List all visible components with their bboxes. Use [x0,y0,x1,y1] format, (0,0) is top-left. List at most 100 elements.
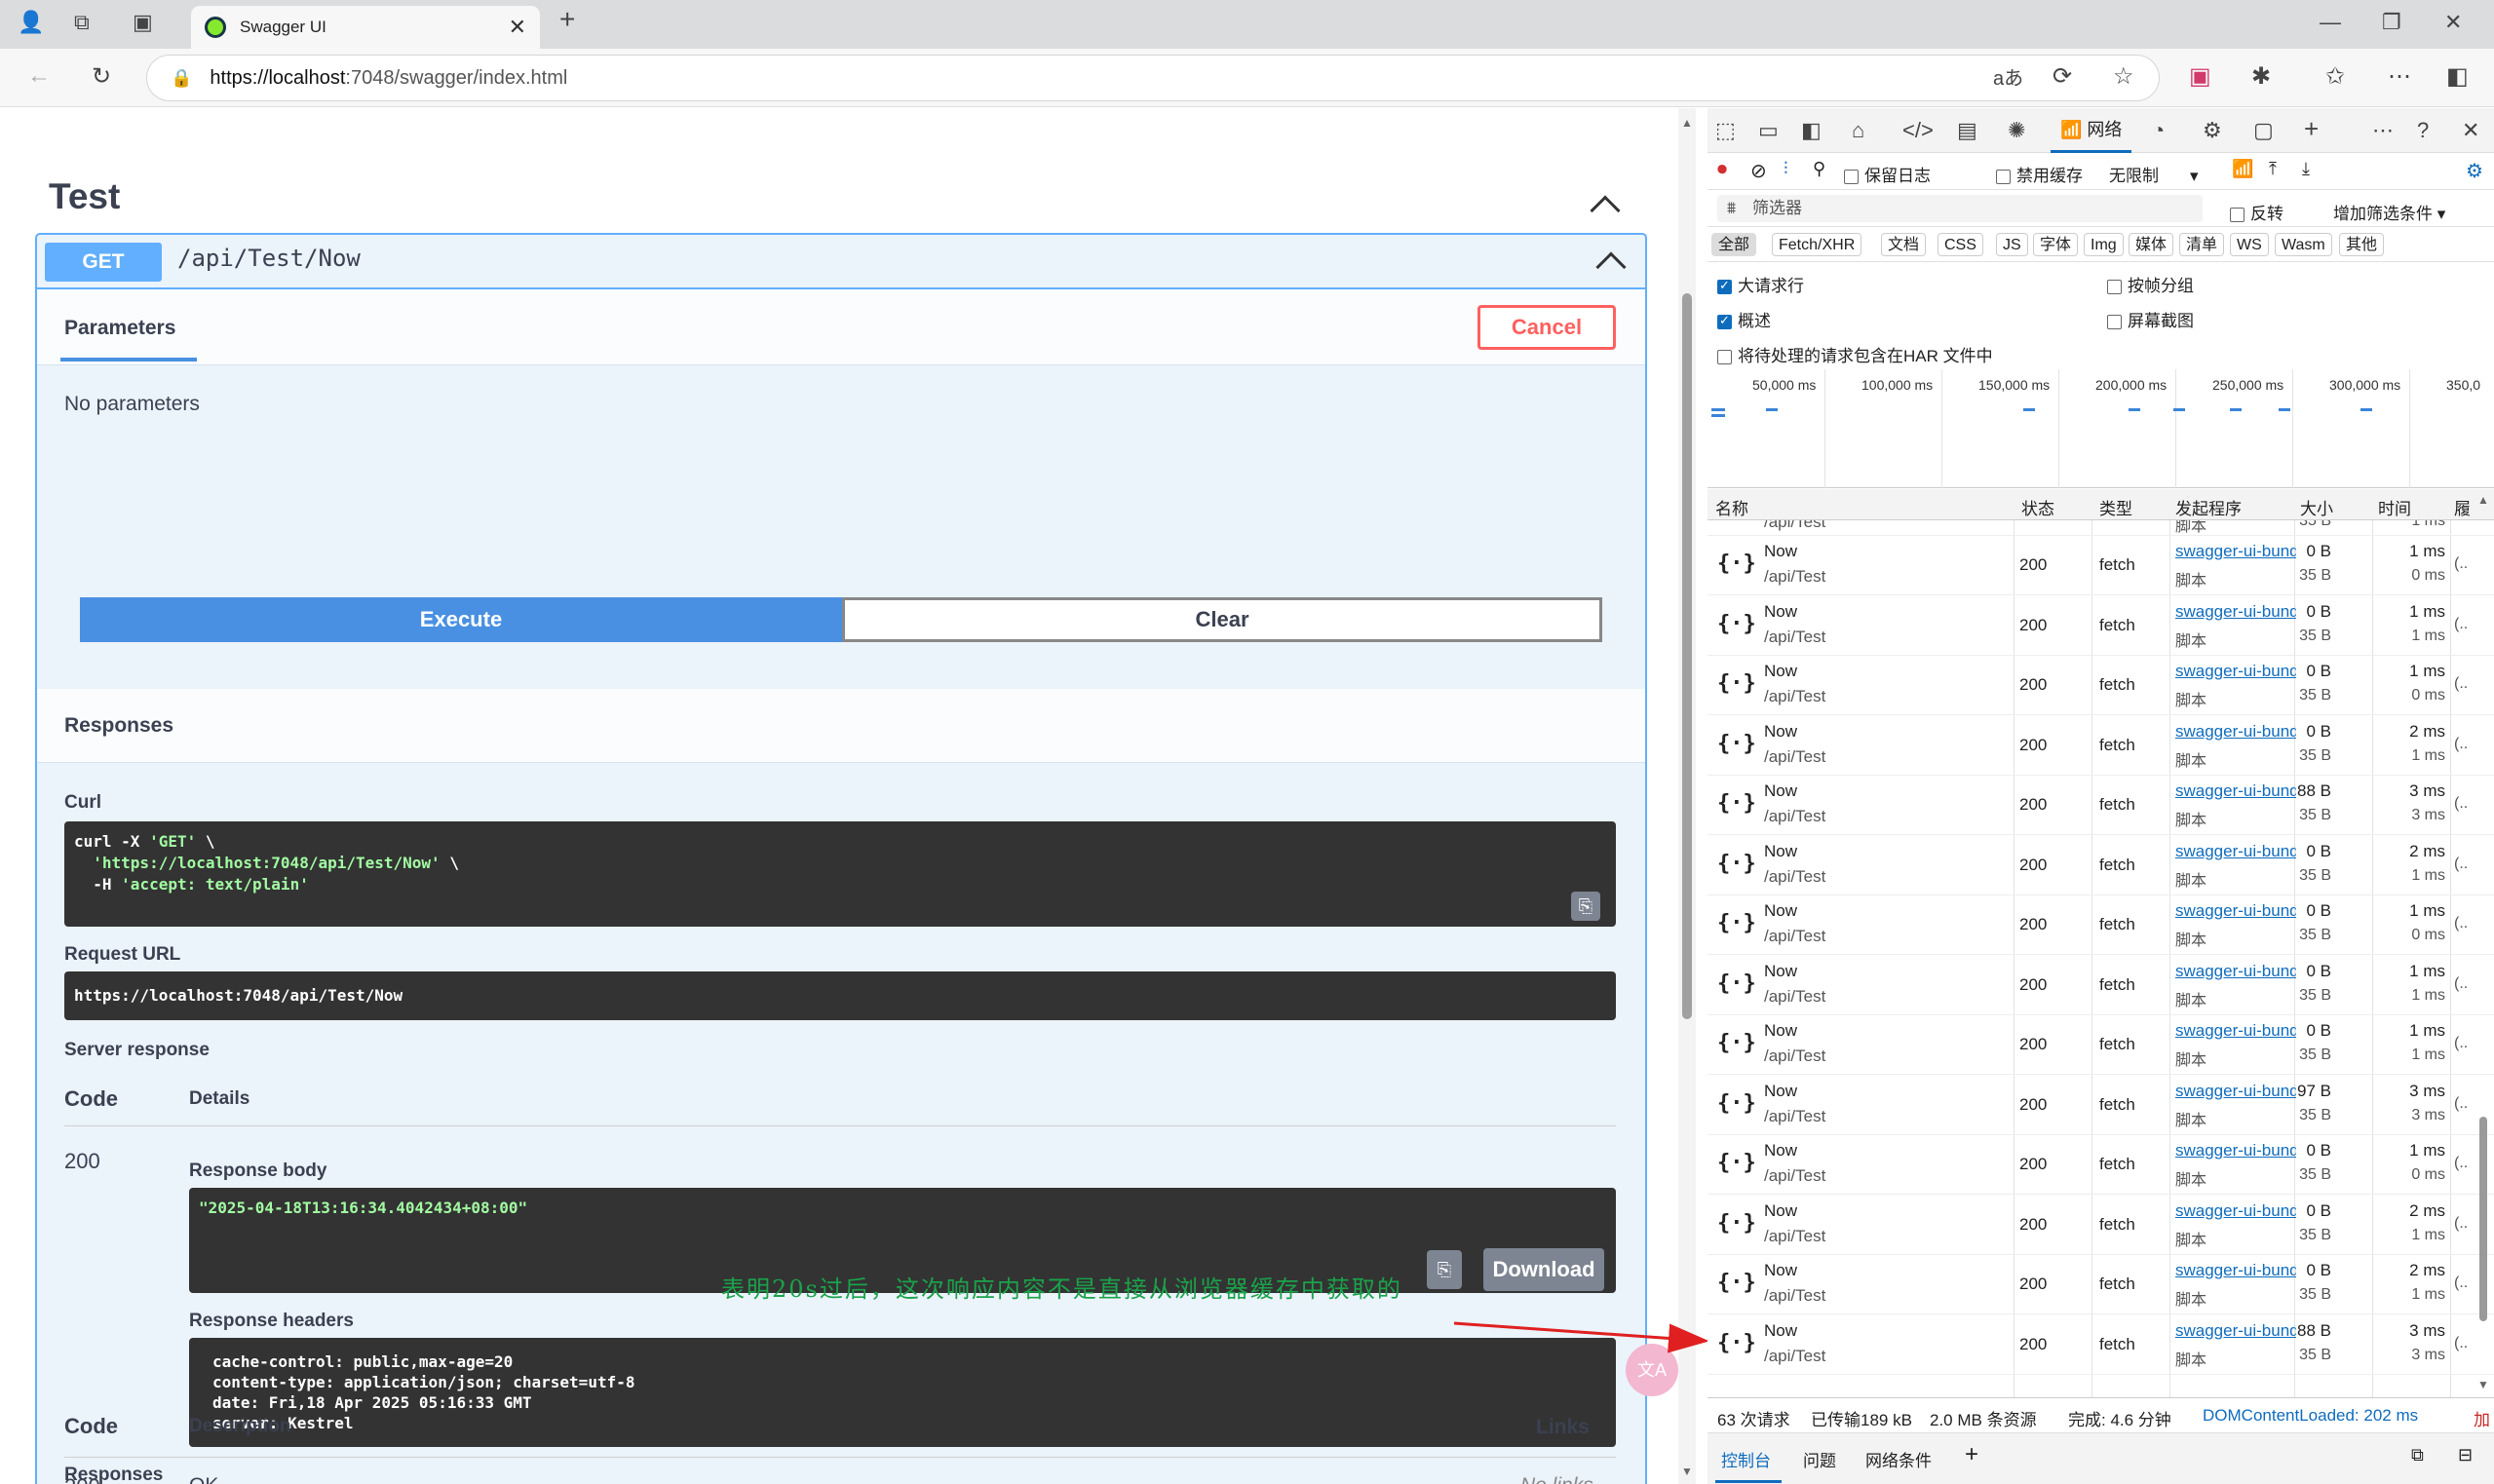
copy-curl-icon[interactable]: ⎘ [1571,892,1600,921]
console-icon[interactable]: ▤ [1957,118,1977,143]
chip-manifest[interactable]: 清单 [2179,233,2225,256]
add-drawer-tab-icon[interactable]: + [1965,1441,1978,1468]
screenshots-checkbox[interactable]: 屏幕截图 [2107,307,2194,331]
table-row[interactable]: {·} Now/api/Test 200 fetch swagger-ui-bundle… [1707,1196,2494,1255]
devtools-menu-icon[interactable]: ⋯ [2372,118,2394,143]
drawer-tab-console[interactable]: 控制台 [1721,1447,1771,1471]
chip-css[interactable]: CSS [1938,233,1983,256]
new-tab-icon[interactable]: + [559,4,575,35]
filter-input[interactable]: ⩩ 筛选器 [1717,195,2203,222]
row-initiator-link[interactable]: swagger-ui-bundle.js [2175,1021,2296,1041]
clear-button[interactable]: Clear [842,597,1602,642]
request-url-box[interactable]: https://localhost:7048/api/Test/Now [64,971,1616,1020]
row-initiator-link[interactable]: swagger-ui-bundle.js [2175,722,2296,742]
tab-network[interactable]: 📶 网络 [2051,108,2132,153]
collapse-operation-icon[interactable] [1595,251,1627,283]
column-header-name[interactable]: 名称 [1715,495,1748,519]
refresh-page-icon[interactable]: ⟳ [2053,62,2072,91]
operation-summary[interactable]: GET /api/Test/Now [37,235,1645,289]
favorite-star-icon[interactable]: ☆ [2113,62,2134,91]
close-tab-icon[interactable]: ✕ [509,15,526,40]
row-initiator-link[interactable]: swagger-ui-bundle.js [2175,962,2296,981]
chip-js[interactable]: JS [1996,233,2028,256]
table-row[interactable]: {·} Now/api/Test 200 fetch swagger-ui-bundle… [1707,1315,2494,1375]
translate-badge-icon[interactable]: 文A [1626,1344,1678,1396]
table-row[interactable]: {·} Now/api/Test 200 fetch swagger-ui-bundle… [1707,776,2494,835]
row-initiator-link[interactable]: swagger-ui-bundle.js [2175,1321,2296,1341]
column-header-waterfall[interactable]: 履 [2454,495,2471,519]
copy-body-icon[interactable]: ⎘ [1427,1250,1462,1289]
scroll-down-icon[interactable]: ▼ [1681,1465,1693,1478]
row-initiator-link[interactable]: swagger-ui-bundle.js [2175,1201,2296,1221]
curl-code-block[interactable]: curl -X 'GET' \ 'https://localhost:7048/… [64,821,1616,927]
invert-checkbox[interactable]: 反转 [2230,200,2283,224]
har-option-checkbox[interactable]: 将待处理的请求包含在HAR 文件中 [1717,342,1993,366]
close-window-icon[interactable]: ✕ [2444,10,2462,35]
chip-other[interactable]: 其他 [2339,233,2385,256]
response-headers-block[interactable]: cache-control: public,max-age=20 content… [189,1338,1616,1447]
row-initiator-link[interactable]: swagger-ui-bundle.js [2175,781,2296,801]
row-initiator-link[interactable]: swagger-ui-bundle.js [2175,542,2296,561]
table-row[interactable]: {·} Now/api/Test 200 fetch swagger-ui-bundle… [1707,596,2494,656]
overview-checkbox[interactable]: 概述 [1717,307,1771,331]
chip-media[interactable]: 媒体 [2129,233,2174,256]
read-aloud-icon[interactable]: aあ [1993,62,2023,91]
chip-doc[interactable]: 文档 [1881,233,1927,256]
inspect-element-icon[interactable]: ⬚ [1715,118,1736,143]
column-header-time[interactable]: 时间 [2378,495,2411,519]
sidebar-toggle-icon[interactable]: ◧ [2446,62,2469,91]
table-row[interactable]: {·} Now/api/Test 200 fetch swagger-ui-bundle… [1707,1255,2494,1314]
close-devtools-icon[interactable]: ✕ [2462,118,2479,143]
record-icon[interactable]: ⏺ [1717,159,1727,181]
export-har-icon[interactable]: ⤓ [2302,159,2310,179]
group-by-frame-checkbox[interactable]: 按帧分组 [2107,272,2194,296]
table-row[interactable]: {·} Now/api/Test 200 fetch swagger-ui-bundle… [1707,1076,2494,1135]
dock-drawer-icon[interactable]: ⧉ [2411,1445,2424,1465]
sources-icon[interactable]: ✺ [2008,118,2025,143]
throttle-select[interactable]: 无限制 ▾ [2109,162,2199,186]
collections-icon[interactable]: ⧉ [74,10,90,35]
network-conditions-icon[interactable]: 📶 [2232,159,2253,179]
table-row[interactable]: {·} Now/api/Test 200 fetch swagger-ui-bundle… [1707,1135,2494,1195]
vertical-tabs-icon[interactable]: ▣ [133,10,153,35]
clear-log-icon[interactable]: ⊘ [1750,159,1767,183]
table-row[interactable]: {·} Now/api/Test 200 fetch swagger-ui-bundle… [1707,836,2494,895]
parameters-tab[interactable]: Parameters [64,317,175,340]
table-scroll-down-icon[interactable]: ▼ [2477,1378,2489,1391]
scrollbar-thumb[interactable] [1682,293,1692,1019]
table-row[interactable]: {·} Now/api/Test 200 fetch swagger-ui-bundle… [1707,1015,2494,1075]
extensions-icon[interactable]: ✱ [2251,62,2271,91]
profile-icon[interactable]: 👤 [18,10,44,35]
preserve-log-checkbox[interactable]: 保留日志 [1844,162,1931,186]
column-header-type[interactable]: 类型 [2099,495,2132,519]
column-header-size[interactable]: 大小 [2300,495,2333,519]
application-icon[interactable]: ▢ [2253,118,2274,143]
chip-fetch-xhr[interactable]: Fetch/XHR [1772,233,1862,256]
drawer-tab-network-conditions[interactable]: 网络条件 [1865,1447,1932,1471]
row-initiator-link[interactable]: swagger-ui-bundle.js [2175,1141,2296,1161]
column-header-initiator[interactable]: 发起程序 [2175,495,2242,519]
download-button[interactable]: Download [1483,1248,1604,1291]
table-row[interactable]: {·} Now/api/Test 200 fetch swagger-ui-bundle… [1707,536,2494,595]
table-row[interactable]: {·} Now/api/Test 200 fetch swagger-ui-bundle… [1707,956,2494,1015]
more-tools-icon[interactable]: + [2304,114,2319,144]
translate-extension-icon[interactable]: ▣ [2189,62,2211,91]
swagger-scrollbar[interactable]: ▲ ▼ [1678,108,1696,1484]
more-filters-dropdown[interactable]: 增加筛选条件 ▾ [2333,200,2445,224]
lock-icon[interactable]: 🔒 [171,68,192,89]
network-overview-timeline[interactable]: 50,000 ms 100,000 ms 150,000 ms 200,000 … [1707,369,2494,488]
elements-icon[interactable]: </> [1902,118,1934,143]
table-scrollbar-thumb[interactable] [2479,1117,2487,1321]
close-drawer-icon[interactable]: ⊟ [2458,1445,2473,1465]
table-scroll-up-icon[interactable]: ▲ [2477,493,2489,507]
table-row[interactable]: {·} Now/api/Test 200 fetch swagger-ui-bundle… [1707,656,2494,715]
help-icon[interactable]: ? [2417,118,2429,143]
dock-side-icon[interactable]: ◧ [1801,118,1822,143]
chip-wasm[interactable]: Wasm [2275,233,2332,256]
scroll-up-icon[interactable]: ▲ [1681,116,1693,130]
row-initiator-link[interactable]: swagger-ui-bundle.js [2175,901,2296,921]
import-har-icon[interactable]: ⤒ [2269,159,2277,179]
memory-icon[interactable]: ⚙ [2203,118,2222,143]
row-initiator-link[interactable]: swagger-ui-bundle.js [2175,842,2296,861]
chip-font[interactable]: 字体 [2033,233,2079,256]
